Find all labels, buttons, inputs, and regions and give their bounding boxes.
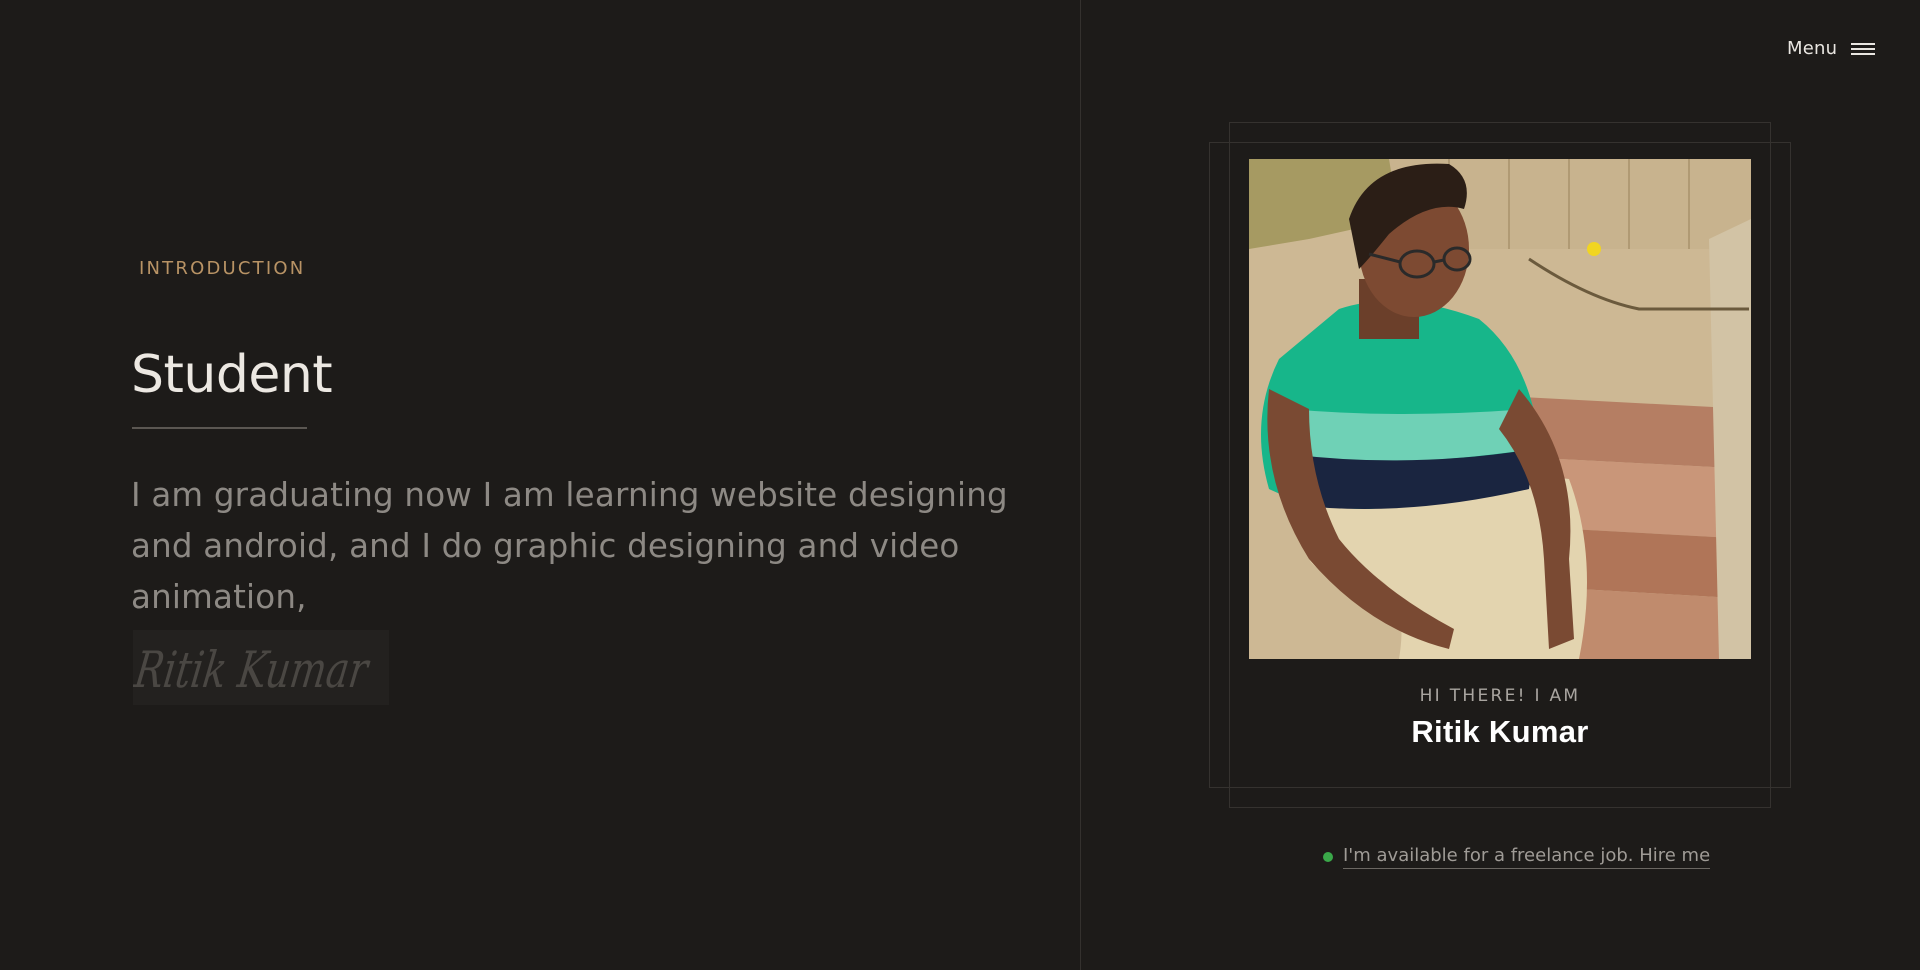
hire-me-link[interactable]: I'm available for a freelance job. Hire …	[1343, 845, 1711, 869]
profile-photo	[1249, 159, 1751, 659]
title-underline	[132, 427, 307, 429]
signature-image: Ritik Kumar	[133, 630, 389, 705]
menu-button[interactable]: Menu	[1787, 38, 1876, 59]
hamburger-icon	[1851, 41, 1876, 57]
page: Menu INTRODUCTION Student I am graduatin…	[0, 0, 1920, 970]
role-title: Student	[131, 345, 333, 405]
intro-label: INTRODUCTION	[139, 258, 306, 279]
profile-name: Ritik Kumar	[1411, 714, 1589, 749]
column-divider	[1080, 0, 1081, 970]
status-dot-icon	[1323, 852, 1333, 862]
availability-status: I'm available for a freelance job. Hire …	[1323, 845, 1711, 869]
signature-text: Ritik Kumar	[133, 640, 374, 699]
menu-label: Menu	[1787, 38, 1838, 59]
greeting-text: HI THERE! I AM	[1419, 686, 1581, 706]
bio-text: I am graduating now I am learning websit…	[131, 476, 1008, 616]
